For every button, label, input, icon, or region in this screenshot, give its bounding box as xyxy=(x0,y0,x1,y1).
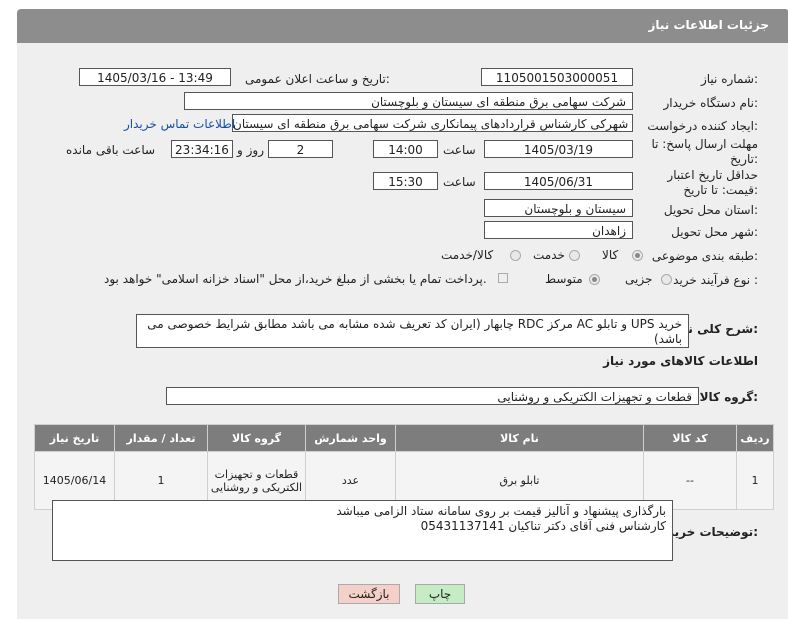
goods-group-field: قطعات و تجهیزات الکتریکی و روشنایی xyxy=(166,387,699,405)
col-name: نام کالا xyxy=(395,424,644,452)
back-button[interactable]: بازگشت xyxy=(338,584,400,604)
col-qty: تعداد / مقدار xyxy=(114,424,208,452)
col-code: کد کالا xyxy=(643,424,737,452)
col-date: تاریخ نیاز xyxy=(34,424,115,452)
buyer-notes-line2: کارشناس فنی آقای دکتر تناکیان 0543113714… xyxy=(420,519,666,533)
price-validity-label: حداقل تاریخ اعتبار قیمت: تا تاریخ: xyxy=(667,168,758,197)
buyer-contact-link[interactable]: اطلاعات تماس خریدار xyxy=(124,117,235,131)
purchase-option-medium: متوسط xyxy=(545,272,583,286)
treasury-note: پرداخت تمام یا بخشی از مبلغ خرید،از محل … xyxy=(104,272,487,286)
table-header-row: ردیف کد کالا نام کالا واحد شمارش گروه کا… xyxy=(34,424,774,452)
page-header: جزئیات اطلاعات نیاز xyxy=(17,9,788,43)
delivery-province-label: استان محل تحویل: xyxy=(663,203,758,217)
delivery-city-field: زاهدان xyxy=(484,221,633,239)
purchase-radio-minor[interactable] xyxy=(661,274,672,285)
delivery-city-label: شهر محل تحویل: xyxy=(671,225,758,239)
buyer-notes-line1: بارگذاری پیشنهاد و آنالیز قیمت بر روی سا… xyxy=(336,504,666,518)
category-radio-goods[interactable] xyxy=(632,250,643,261)
days-label: روز و xyxy=(237,143,264,157)
reply-time-label: ساعت xyxy=(443,143,476,157)
announce-datetime-field: 1405/03/16 - 13:49 xyxy=(79,68,231,86)
price-validity-time: 15:30 xyxy=(373,172,438,190)
category-option-goods: کالا xyxy=(602,248,619,262)
category-radio-service[interactable] xyxy=(569,250,580,261)
need-number-label: شماره نیاز: xyxy=(700,72,758,86)
col-unit: واحد شمارش xyxy=(305,424,396,452)
delivery-province-field: سیستان و بلوچستان xyxy=(484,199,633,217)
col-group: گروه کالا xyxy=(207,424,306,452)
category-radio-both[interactable] xyxy=(510,250,521,261)
category-option-both: کالا/خدمت xyxy=(441,248,494,262)
requester-label: ایجاد کننده درخواست: xyxy=(647,119,758,133)
cell-row: 1 xyxy=(736,451,774,510)
buyer-notes-field: بارگذاری پیشنهاد و آنالیز قیمت بر روی سا… xyxy=(52,500,673,561)
col-row: ردیف xyxy=(736,424,774,452)
goods-group-label: گروه کالا: xyxy=(699,390,758,404)
goods-info-title: اطلاعات کالاهای مورد نیاز xyxy=(603,354,758,368)
treasury-checkbox[interactable] xyxy=(498,273,508,283)
reply-deadline-label: مهلت ارسال پاسخ: تا تاریخ: xyxy=(651,137,758,166)
print-button[interactable]: چاپ xyxy=(415,584,465,604)
reply-days-field: 2 xyxy=(268,140,333,158)
price-time-label: ساعت xyxy=(443,175,476,189)
category-option-service: خدمت xyxy=(533,248,565,262)
buyer-org-label: نام دستگاه خریدار: xyxy=(663,96,759,110)
remaining-time-field: 23:34:16 xyxy=(171,140,233,158)
need-number-field: 1105001503000051 xyxy=(481,68,633,86)
purchase-type-label: نوع فرآیند خرید : xyxy=(673,273,758,287)
requester-field: لیلا شهرکی کارشناس قراردادهای پیمانکاری … xyxy=(232,114,633,132)
description-field: خرید UPS و تابلو AC مرکز RDC چابهار (ایر… xyxy=(136,314,689,348)
reply-deadline-date: 1405/03/19 xyxy=(484,140,633,158)
goods-table: ردیف کد کالا نام کالا واحد شمارش گروه کا… xyxy=(34,424,774,510)
remaining-label: ساعت باقی مانده xyxy=(66,143,156,157)
purchase-option-minor: جزیی xyxy=(625,272,653,286)
purchase-radio-medium[interactable] xyxy=(589,274,600,285)
announce-datetime-label: تاریخ و ساعت اعلان عمومی: xyxy=(245,72,390,86)
category-label: طبقه بندی موضوعی: xyxy=(651,249,758,263)
buyer-org-field: شرکت سهامی برق منطقه ای سیستان و بلوچستا… xyxy=(184,92,633,110)
price-validity-date: 1405/06/31 xyxy=(484,172,633,190)
reply-deadline-time: 14:00 xyxy=(373,140,438,158)
page-title: جزئیات اطلاعات نیاز xyxy=(648,18,769,32)
